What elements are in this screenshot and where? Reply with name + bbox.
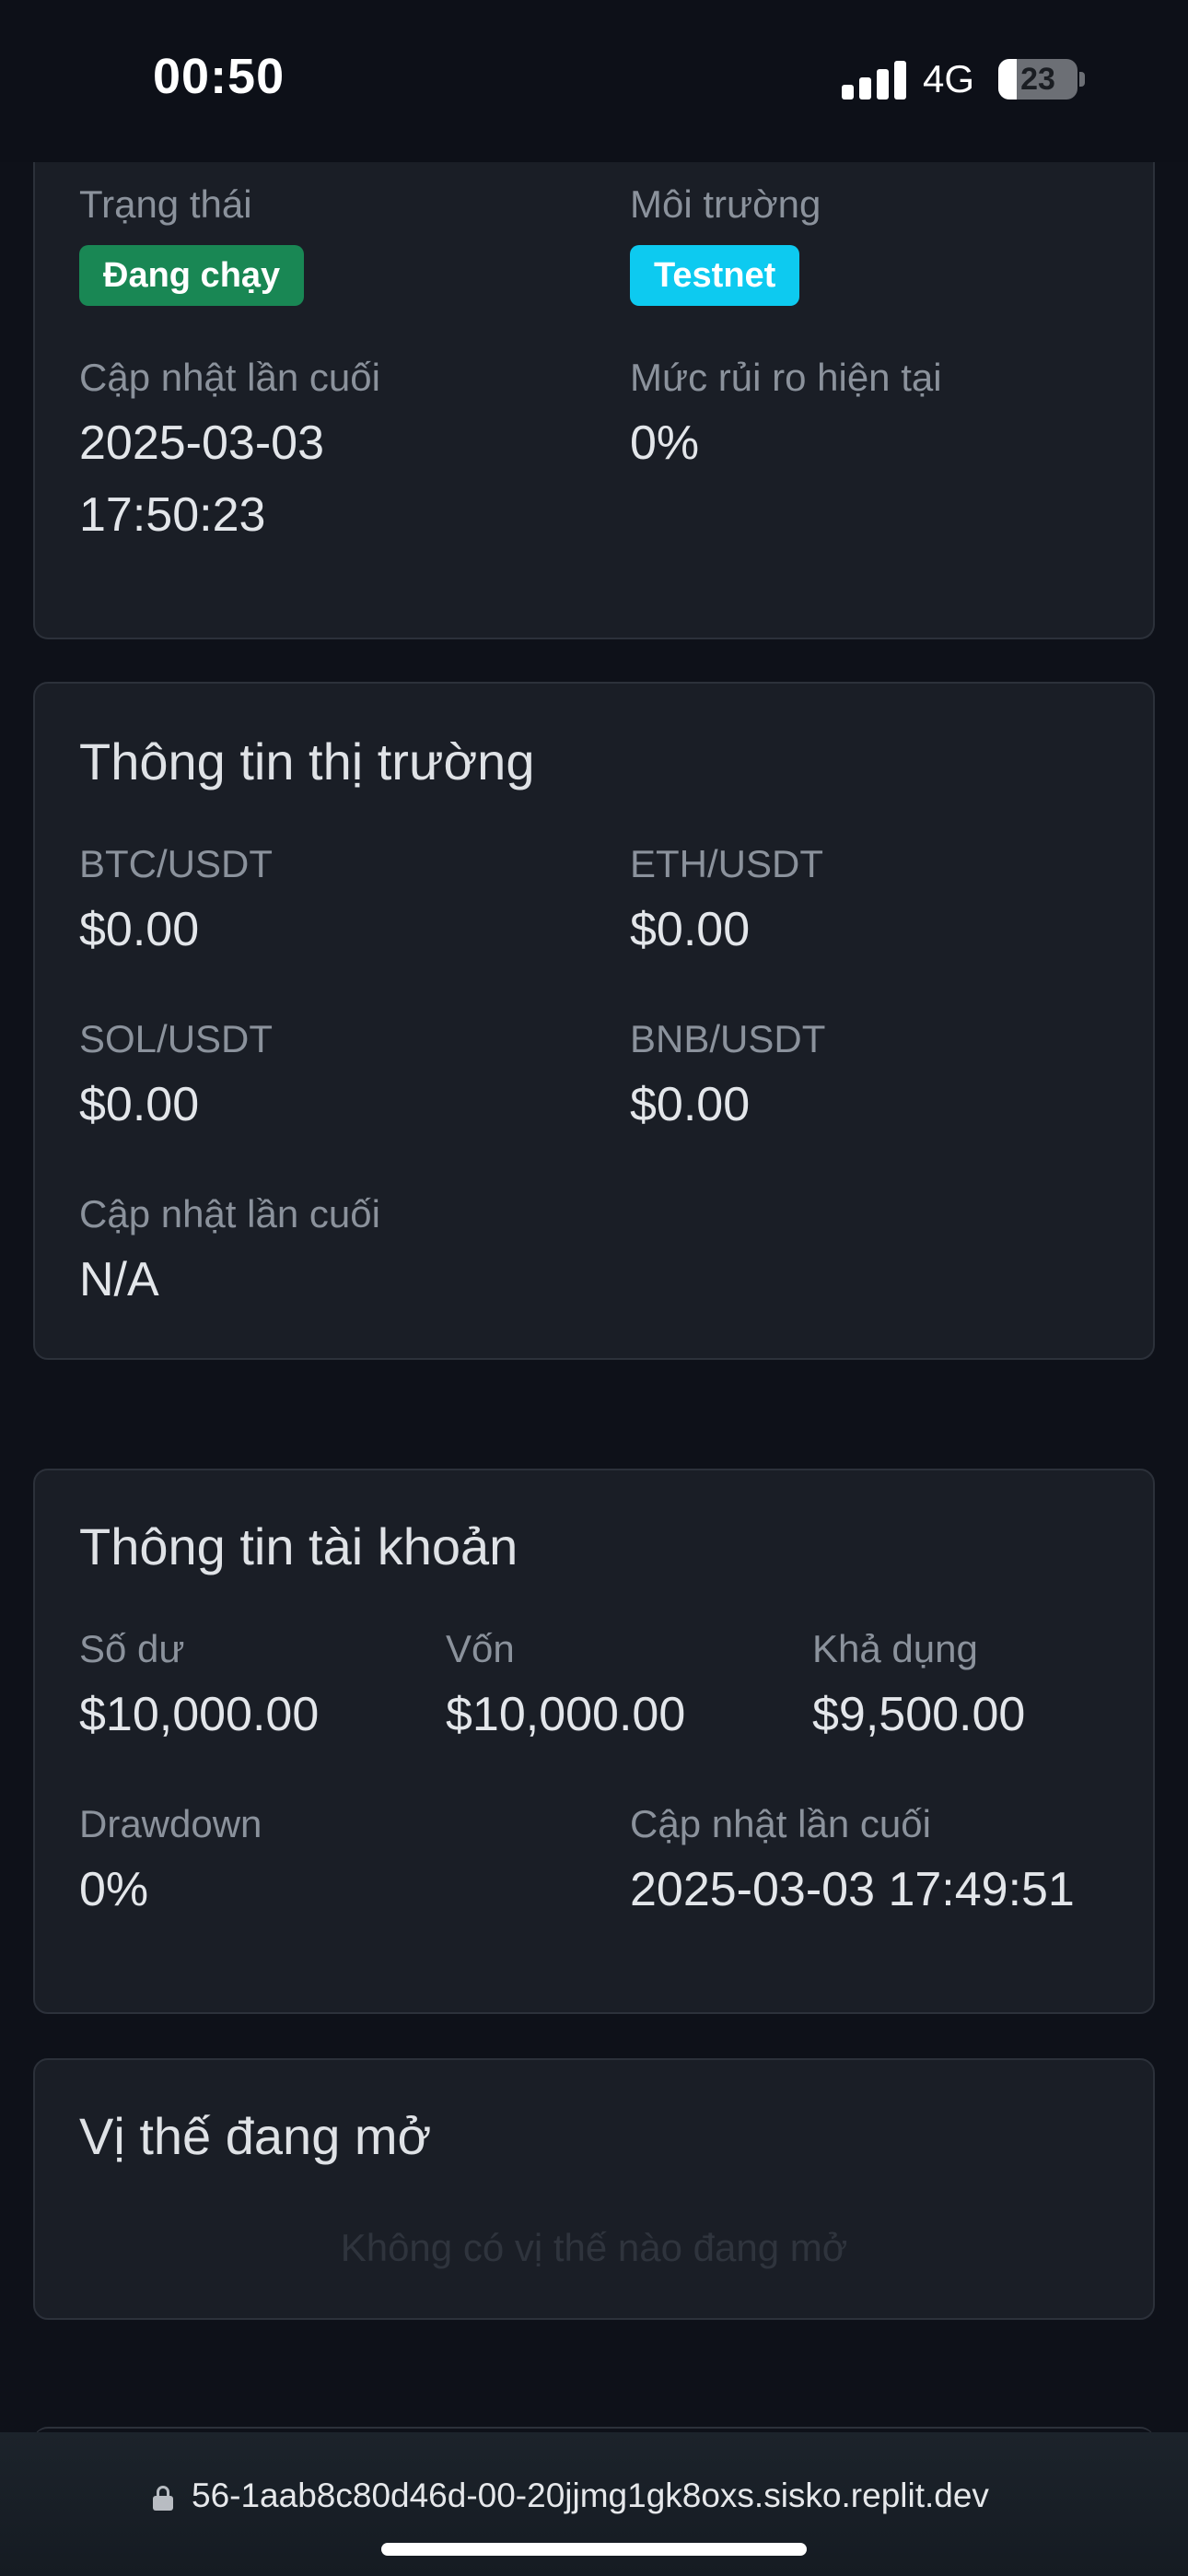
market-info-title: Thông tin thị trường [79, 732, 535, 790]
battery-icon: 23 [998, 59, 1077, 100]
home-indicator[interactable] [381, 2543, 807, 2556]
equity-label: Vốn [446, 1627, 515, 1670]
pair-symbol: SOL/USDT [79, 1017, 274, 1060]
browser-url-bar[interactable]: 56-1aab8c80d46d-00-20jjmg1gk8oxs.sisko.r… [0, 2432, 1188, 2576]
status-time: 00:50 [153, 49, 285, 104]
market-updated-label: Cập nhật lần cuối [79, 1192, 380, 1235]
battery-cap [1079, 72, 1085, 87]
lock-icon [153, 2486, 173, 2511]
last-updated-date: 2025-03-03 [79, 416, 324, 470]
open-positions-title: Vị thế đang mở [79, 2107, 432, 2165]
empty-positions-message: Không có vị thế nào đang mở [340, 2226, 848, 2269]
risk-level-value: 0% [630, 416, 700, 470]
open-positions-card: Vị thế đang mở Không có vị thế nào đang … [33, 2058, 1155, 2320]
account-info-card: Thông tin tài khoản Số dư $10,000.00 Vốn… [33, 1469, 1155, 2014]
pair-price: $0.00 [630, 903, 751, 956]
status-label: Trạng thái [79, 182, 252, 226]
drawdown-value: 0% [79, 1863, 149, 1916]
network-label: 4G [923, 57, 975, 100]
environment-badge: Testnet [630, 245, 800, 306]
account-updated-label: Cập nhật lần cuối [630, 1802, 931, 1845]
environment-label: Môi trường [630, 182, 821, 226]
drawdown-label: Drawdown [79, 1802, 262, 1845]
available-value: $9,500.00 [812, 1688, 1026, 1741]
pair-symbol: BTC/USDT [79, 842, 273, 885]
account-updated-value: 2025-03-03 17:49:51 [630, 1863, 1075, 1916]
status-badge: Đang chạy [79, 245, 305, 306]
market-info-card: Thông tin thị trường BTC/USDT $0.00 ETH/… [33, 682, 1155, 1360]
pair-symbol: BNB/USDT [630, 1017, 826, 1060]
status-bar: 00:50 4G 23 [0, 0, 1188, 162]
available-label: Khả dụng [812, 1627, 978, 1670]
pair-price: $0.00 [630, 1078, 751, 1131]
last-updated-time: 17:50:23 [79, 488, 266, 542]
pair-symbol: ETH/USDT [630, 842, 823, 885]
account-info-title: Thông tin tài khoản [79, 1517, 518, 1575]
pair-price: $0.00 [79, 1078, 200, 1131]
market-updated-value: N/A [79, 1253, 159, 1306]
equity-value: $10,000.00 [446, 1688, 686, 1741]
bot-status-card: Trạng thái Đang chạy Môi trường Testnet … [33, 111, 1155, 639]
balance-value: $10,000.00 [79, 1688, 320, 1741]
pair-price: $0.00 [79, 903, 200, 956]
signal-icon [842, 61, 906, 100]
balance-label: Số dư [79, 1627, 185, 1670]
battery-percent: 23 [1020, 62, 1055, 97]
last-updated-label: Cập nhật lần cuối [79, 356, 380, 399]
risk-level-label: Mức rủi ro hiện tại [630, 356, 942, 399]
url-text[interactable]: 56-1aab8c80d46d-00-20jjmg1gk8oxs.sisko.r… [192, 2476, 989, 2515]
